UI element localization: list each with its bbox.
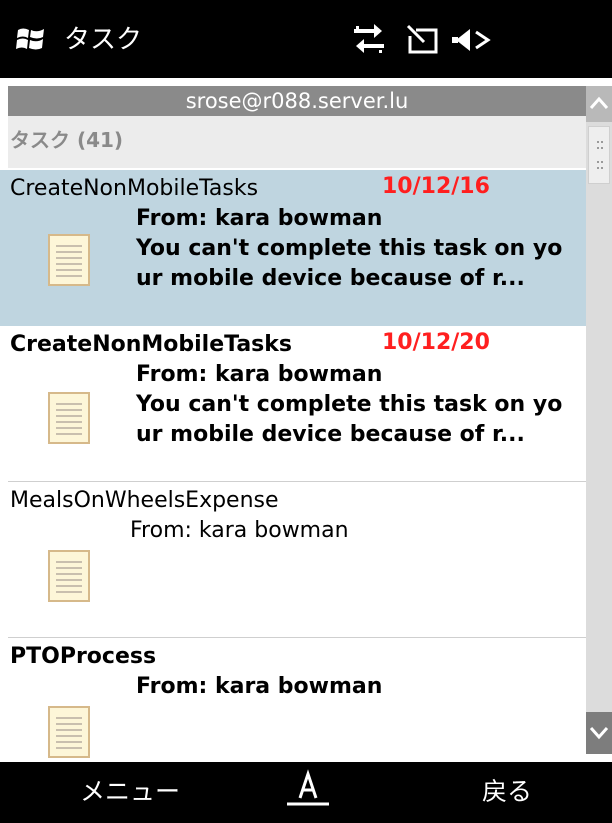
chevron-down-icon xyxy=(589,727,609,740)
task-preview: You can't complete this task on your mob… xyxy=(136,236,563,291)
task-item[interactable]: PTOProcess From: kara bowman xyxy=(0,638,586,762)
input-mode-icon[interactable] xyxy=(283,768,333,812)
no-sim-icon xyxy=(406,24,438,54)
scroll-up-button[interactable] xyxy=(586,86,612,122)
scroll-down-button[interactable] xyxy=(586,712,612,754)
task-title: CreateNonMobileTasks xyxy=(10,332,292,357)
task-sender: From: kara bowman xyxy=(130,518,349,543)
task-item[interactable]: CreateNonMobileTasks 10/12/16 From: kara… xyxy=(0,170,586,326)
task-title: MealsOnWheelsExpense xyxy=(10,488,279,513)
task-document-icon xyxy=(48,392,90,444)
account-header: srose@r088.server.lu xyxy=(8,86,586,116)
task-due-date: 10/12/16 xyxy=(382,174,490,199)
task-preview: You can't complete this task on your mob… xyxy=(136,392,563,447)
scrollbar-track[interactable] xyxy=(586,86,612,754)
task-sender: From: kara bowman xyxy=(136,206,383,231)
task-item[interactable]: CreateNonMobileTasks 10/12/20 From: kara… xyxy=(0,326,586,482)
task-document-icon xyxy=(48,550,90,602)
task-sender: From: kara bowman xyxy=(136,362,383,387)
windows-logo-icon[interactable] xyxy=(16,24,46,54)
task-due-date: 10/12/20 xyxy=(382,330,490,355)
back-softkey[interactable]: 戻る xyxy=(482,774,532,810)
menu-softkey[interactable]: メニュー xyxy=(80,774,180,810)
app-title: タスク xyxy=(64,25,143,55)
task-title: PTOProcess xyxy=(10,644,157,669)
status-bar: タスク xyxy=(0,0,612,78)
task-list: CreateNonMobileTasks 10/12/16 From: kara… xyxy=(0,170,586,762)
task-document-icon xyxy=(48,234,90,286)
speaker-muted-icon xyxy=(452,29,491,51)
chevron-up-icon xyxy=(589,96,609,109)
status-icons xyxy=(354,24,491,54)
grip-icon xyxy=(597,141,603,169)
scrollbar-thumb[interactable] xyxy=(588,126,610,184)
task-group-header[interactable]: タスク (41) xyxy=(8,116,586,168)
task-document-icon xyxy=(48,706,90,758)
task-item[interactable]: MealsOnWheelsExpense From: kara bowman xyxy=(0,482,586,638)
softkey-bar: メニュー 戻る xyxy=(0,762,612,823)
task-title: CreateNonMobileTasks xyxy=(10,176,259,201)
sync-arrows-icon xyxy=(354,24,384,53)
task-sender: From: kara bowman xyxy=(136,674,383,699)
